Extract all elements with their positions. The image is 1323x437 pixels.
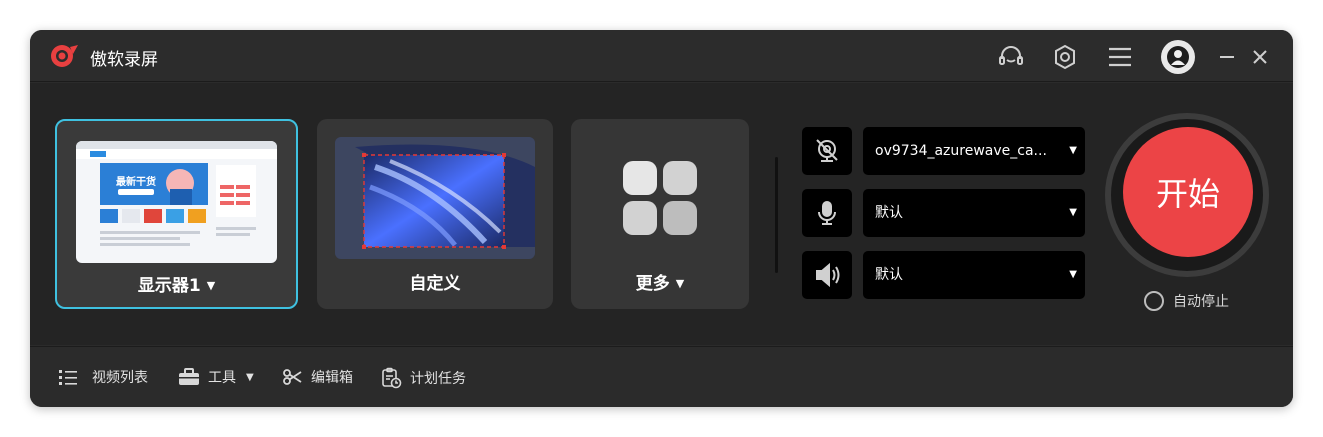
toolbox-icon — [179, 368, 199, 385]
mode-card-custom[interactable]: 自定义 — [317, 119, 553, 309]
svg-text:最新干货: 最新干货 — [116, 175, 156, 188]
minimize-icon[interactable] — [1212, 42, 1242, 72]
monitor-preview-thumbnail: 最新干货 — [76, 141, 277, 263]
auto-stop-radio[interactable] — [1144, 291, 1164, 311]
title-bar[interactable]: 傲软录屏 — [30, 30, 1293, 82]
mode-label-custom: 自定义 — [409, 274, 461, 294]
custom-region-thumbnail — [335, 137, 535, 259]
dropdown-arrow-icon: ▼ — [1069, 207, 1077, 218]
app-logo-icon — [50, 42, 80, 70]
app-title: 傲软录屏 — [90, 50, 158, 70]
footer-toolbar: 视频列表 工具 ▼ 编辑箱 计划任务 — [30, 346, 1293, 407]
chevron-down-icon: ▼ — [246, 371, 254, 383]
scissors-icon — [283, 369, 302, 385]
grid-icon — [621, 159, 699, 241]
speaker-select[interactable]: 默认 ▼ — [863, 251, 1085, 299]
microphone-select[interactable]: 默认 ▼ — [863, 189, 1085, 237]
headset-icon[interactable] — [996, 42, 1026, 72]
avatar[interactable] — [1161, 40, 1195, 74]
microphone-icon[interactable] — [802, 189, 852, 237]
list-icon — [59, 370, 77, 385]
camera-select[interactable]: ov9734_azurewave_ca... ▼ — [863, 127, 1085, 175]
clipboard-clock-icon — [382, 367, 402, 389]
app-window: 傲软录屏 最新干货 显示器1 ▼ 自定义 更多 ▼ ov9734_azurewa… — [30, 30, 1293, 407]
menu-icon[interactable] — [1105, 42, 1135, 72]
mode-label-more: 更多 ▼ — [635, 274, 685, 294]
mode-card-monitor[interactable]: 最新干货 显示器1 ▼ — [55, 119, 298, 309]
divider — [775, 157, 778, 273]
close-icon[interactable] — [1245, 42, 1275, 72]
start-button[interactable]: 开始 — [1123, 127, 1253, 257]
chevron-down-icon: ▼ — [675, 277, 685, 290]
chevron-down-icon: ▼ — [206, 279, 216, 292]
mode-card-more[interactable]: 更多 ▼ — [571, 119, 749, 309]
edit-box-button[interactable]: 编辑箱 — [283, 367, 353, 387]
mode-label-monitor: 显示器1 ▼ — [137, 276, 216, 296]
camera-off-icon[interactable] — [802, 127, 852, 175]
dropdown-arrow-icon: ▼ — [1069, 269, 1077, 280]
scheduled-tasks-button[interactable]: 计划任务 — [380, 367, 466, 389]
auto-stop-option[interactable]: 自动停止 — [1144, 291, 1229, 311]
dropdown-arrow-icon: ▼ — [1069, 145, 1077, 156]
settings-icon[interactable] — [1050, 42, 1080, 72]
main-panel: 最新干货 显示器1 ▼ 自定义 更多 ▼ ov9734_azurewave_ca… — [30, 83, 1293, 345]
speaker-icon[interactable] — [802, 251, 852, 299]
tools-button[interactable]: 工具 ▼ — [178, 367, 254, 387]
video-list-button[interactable]: 视频列表 — [58, 367, 148, 387]
